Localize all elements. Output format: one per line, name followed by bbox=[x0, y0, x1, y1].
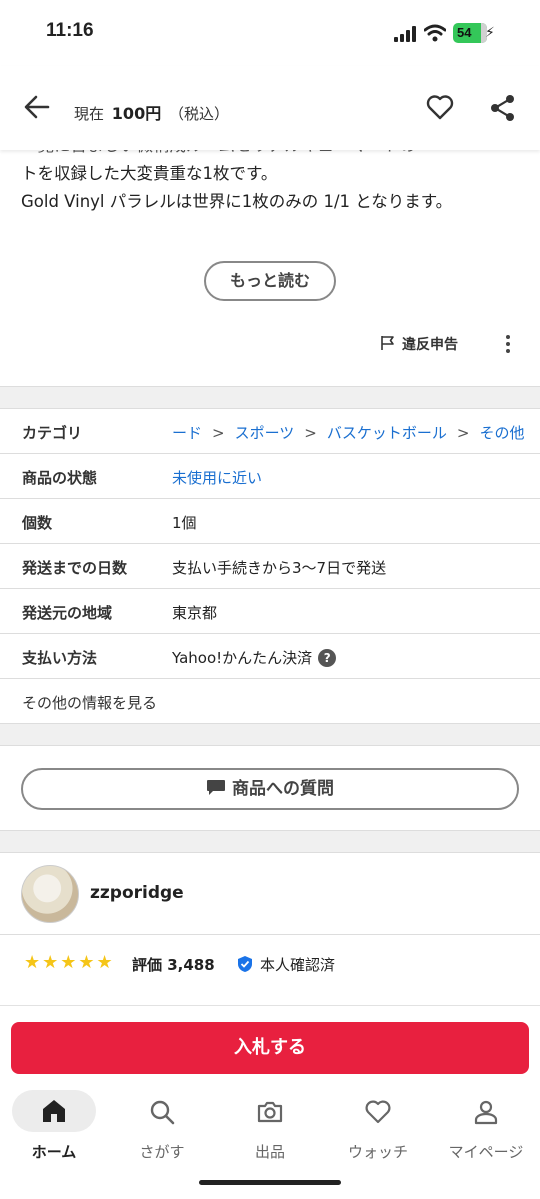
description-line: ー覧に含ましい微構成ルームセリアルキューマートの bbox=[21, 150, 521, 160]
category-link[interactable]: スポーツ bbox=[235, 424, 295, 442]
quantity-row: 個数 1個 bbox=[0, 499, 540, 544]
person-icon bbox=[474, 1100, 498, 1125]
watch-heart-icon[interactable] bbox=[426, 94, 454, 120]
shipping-days-label: 発送までの日数 bbox=[22, 559, 128, 577]
bottom-action-area: 入札する ホーム さがす 出品 ウォッチ マイページ bbox=[0, 1005, 540, 1199]
verified-label: 本人確認済 bbox=[260, 956, 336, 974]
help-icon[interactable]: ? bbox=[318, 649, 337, 667]
chat-bubble-icon bbox=[207, 780, 225, 795]
more-info-row[interactable]: その他の情報を見る bbox=[0, 679, 540, 724]
category-breadcrumb: ード > スポーツ > バスケットボール > その他 bbox=[172, 424, 525, 442]
charging-bolt-icon: ⚡ bbox=[485, 25, 495, 41]
tab-label: さがす bbox=[139, 1143, 185, 1161]
question-label: 商品への質問 bbox=[232, 779, 334, 799]
home-icon bbox=[43, 1100, 65, 1122]
battery-level: 54 bbox=[457, 25, 472, 40]
top-header: 現在 100円 （税込） bbox=[0, 66, 540, 150]
condition-row: 商品の状態 未使用に近い bbox=[0, 454, 540, 499]
description-line: トを収録した大変貴重な1枚です。 bbox=[21, 164, 278, 183]
tab-mypage[interactable]: マイページ bbox=[432, 1090, 540, 1170]
question-button[interactable]: 商品への質問 bbox=[21, 768, 519, 810]
condition-label: 商品の状態 bbox=[22, 469, 98, 487]
status-bar: 11:16 54 ⚡ bbox=[0, 0, 540, 66]
origin-row: 発送元の地域 東京都 bbox=[0, 589, 540, 634]
verified-badge: 本人確認済 bbox=[236, 954, 335, 975]
payment-row: 支払い方法 Yahoo!かんたん決済? bbox=[0, 634, 540, 679]
home-indicator bbox=[199, 1180, 341, 1185]
rating-stars: ★★★★★ bbox=[24, 952, 115, 973]
origin-label: 発送元の地域 bbox=[22, 604, 113, 622]
category-label: カテゴリ bbox=[22, 424, 83, 442]
tab-sell[interactable]: 出品 bbox=[216, 1090, 324, 1170]
back-arrow-icon[interactable] bbox=[24, 94, 50, 120]
seller-name[interactable]: zzporidge bbox=[90, 883, 184, 903]
tab-label: ウォッチ bbox=[347, 1143, 408, 1161]
tab-watch[interactable]: ウォッチ bbox=[324, 1090, 432, 1170]
category-link[interactable]: その他 bbox=[479, 424, 524, 442]
section-divider bbox=[0, 830, 540, 853]
share-icon[interactable] bbox=[490, 94, 516, 122]
signal-icon bbox=[394, 26, 416, 42]
tab-search[interactable]: さがす bbox=[108, 1090, 216, 1170]
tab-home[interactable]: ホーム bbox=[0, 1090, 108, 1170]
current-price: 現在 100円 （税込） bbox=[74, 100, 229, 124]
report-button[interactable]: 違反申告 bbox=[380, 334, 458, 354]
price-value: 100円 bbox=[111, 104, 162, 123]
tab-label: マイページ bbox=[448, 1143, 524, 1161]
report-label: 違反申告 bbox=[402, 337, 458, 353]
quantity-value: 1個 bbox=[172, 514, 197, 532]
seller-row[interactable]: zzporidge bbox=[0, 853, 540, 935]
more-options-icon[interactable] bbox=[500, 334, 516, 354]
search-icon bbox=[150, 1100, 175, 1125]
description-line: Gold Vinyl パラレルは世界に1枚のみの 1/1 となります。 bbox=[21, 192, 453, 211]
section-divider bbox=[0, 723, 540, 746]
rating-count[interactable]: 評価 3,488 bbox=[132, 954, 215, 975]
price-tax: （税込） bbox=[168, 105, 229, 123]
shipping-days-value: 支払い手続きから3〜7日で発送 bbox=[172, 559, 387, 577]
battery-indicator: 54 bbox=[453, 23, 487, 43]
quantity-label: 個数 bbox=[22, 514, 53, 532]
section-divider bbox=[0, 386, 540, 409]
shipping-days-row: 発送までの日数 支払い手続きから3〜7日で発送 bbox=[0, 544, 540, 589]
wifi-icon bbox=[424, 24, 446, 42]
payment-value: Yahoo!かんたん決済? bbox=[172, 647, 337, 668]
category-row: カテゴリ ード > スポーツ > バスケットボール > その他 bbox=[0, 409, 540, 454]
description-area: ー覧に含ましい微構成ルームセリアルキューマートの トを収録した大変貴重な1枚です… bbox=[0, 150, 540, 216]
category-link[interactable]: ード bbox=[172, 424, 202, 442]
bid-button[interactable]: 入札する bbox=[11, 1022, 529, 1074]
tab-label: 出品 bbox=[254, 1143, 285, 1161]
verified-shield-icon bbox=[238, 956, 252, 972]
seller-avatar[interactable] bbox=[21, 865, 79, 923]
more-info-link[interactable]: その他の情報を見る bbox=[22, 692, 157, 713]
price-prefix: 現在 bbox=[74, 105, 105, 123]
tab-label: ホーム bbox=[31, 1143, 77, 1161]
heart-icon bbox=[365, 1100, 391, 1124]
origin-value: 東京都 bbox=[172, 604, 218, 622]
category-link[interactable]: バスケットボール bbox=[327, 424, 447, 442]
item-description: ー覧に含ましい微構成ルームセリアルキューマートの トを収録した大変貴重な1枚です… bbox=[21, 150, 521, 216]
payment-method: Yahoo!かんたん決済 bbox=[172, 649, 313, 667]
camera-icon bbox=[257, 1101, 283, 1123]
read-more-button[interactable]: もっと読む bbox=[204, 261, 336, 301]
payment-label: 支払い方法 bbox=[22, 649, 98, 667]
condition-link[interactable]: 未使用に近い bbox=[172, 467, 262, 488]
seller-rating-row: ★★★★★ 評価 3,488 本人確認済 bbox=[0, 935, 540, 991]
status-time: 11:16 bbox=[46, 20, 94, 41]
bottom-tab-bar: ホーム さがす 出品 ウォッチ マイページ bbox=[0, 1090, 540, 1170]
flag-icon bbox=[381, 336, 394, 350]
